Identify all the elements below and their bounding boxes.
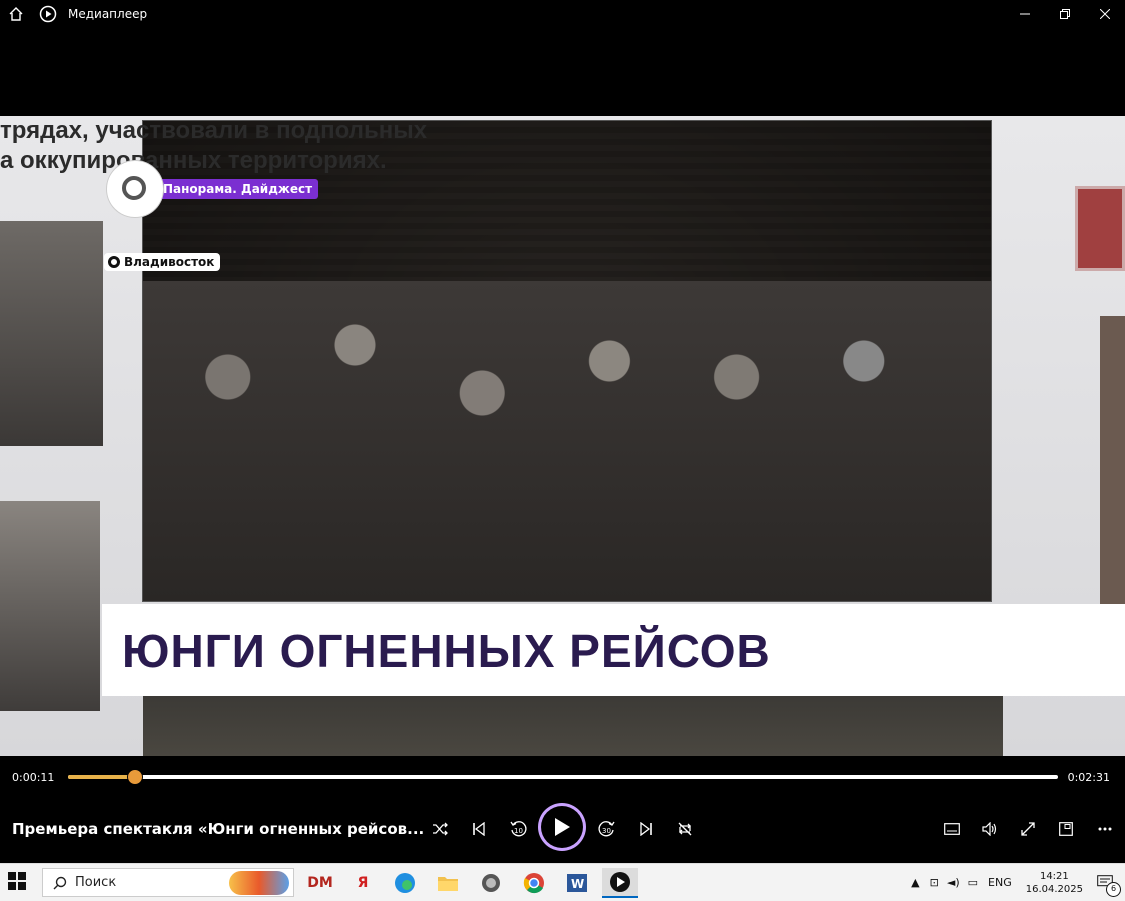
total-time: 0:02:31 xyxy=(1067,771,1110,784)
archive-photo-right-top xyxy=(1075,186,1125,271)
search-icon xyxy=(53,876,67,889)
headline-text: ЮНГИ ОГНЕННЫХ РЕЙСОВ xyxy=(122,625,771,677)
close-icon xyxy=(1100,9,1110,19)
shuffle-button[interactable] xyxy=(425,814,455,844)
skip-forward-label: 30 xyxy=(602,827,611,835)
repeat-button[interactable] xyxy=(670,814,700,844)
mini-player-button[interactable] xyxy=(1051,814,1081,844)
camera-icon xyxy=(482,874,500,892)
overlay-text-line-1: трядах, участвовали в подпольных xyxy=(0,117,428,144)
photo-group-of-cabin-boys xyxy=(143,281,991,601)
taskbar-search[interactable]: Поиск xyxy=(42,868,294,897)
word-icon: W xyxy=(567,874,587,892)
headline-banner: ЮНГИ ОГНЕННЫХ РЕЙСОВ xyxy=(102,604,1125,696)
home-button[interactable] xyxy=(0,0,32,28)
system-tray: ▲ ⊡ ◄) ▭ ENG 14:21 16.04.2025 6 xyxy=(905,864,1125,901)
taskbar-app-edge[interactable] xyxy=(387,868,423,898)
seek-bar-progress xyxy=(68,775,136,779)
clock-time: 14:21 xyxy=(1039,870,1069,882)
skip-forward-icon: 30 xyxy=(598,821,615,837)
volume-button[interactable] xyxy=(975,814,1005,844)
video-frame: трядах, участвовали в подпольных а оккуп… xyxy=(0,116,1125,756)
close-button[interactable] xyxy=(1085,0,1125,28)
archive-photo-bottom xyxy=(143,696,1003,756)
windows-icon xyxy=(8,872,26,890)
restore-button[interactable] xyxy=(1045,0,1085,28)
edge-icon xyxy=(395,873,415,893)
clock[interactable]: 14:21 16.04.2025 xyxy=(1026,870,1083,896)
location-pin-icon xyxy=(108,256,120,268)
previous-icon xyxy=(473,822,485,836)
search-placeholder: Поиск xyxy=(75,875,117,890)
fullscreen-button[interactable] xyxy=(1013,814,1043,844)
channel-badge: Панорама. Дайджест xyxy=(107,161,319,217)
clock-date: 16.04.2025 xyxy=(1025,883,1083,895)
show-hidden-icons-icon[interactable]: ▲ xyxy=(911,876,919,889)
notification-count: 6 xyxy=(1106,881,1121,897)
taskbar-app-chrome[interactable] xyxy=(516,868,552,898)
minimize-icon xyxy=(1020,13,1030,15)
track-title: Премьера спектакля «Юнги огненных рейсов… xyxy=(12,820,425,838)
start-button[interactable] xyxy=(8,872,28,892)
skip-back-label: 10 xyxy=(514,827,523,835)
seek-bar[interactable] xyxy=(68,769,1058,785)
taskbar-app-media-player[interactable] xyxy=(602,868,638,898)
more-options-button[interactable] xyxy=(1090,814,1120,844)
chrome-icon xyxy=(523,873,544,894)
next-button[interactable] xyxy=(631,814,661,844)
location-label: Владивосток xyxy=(124,255,215,269)
archive-photo-left-bottom xyxy=(0,501,100,711)
skip-back-button[interactable]: 10 xyxy=(503,814,533,844)
skip-back-icon: 10 xyxy=(510,821,527,837)
taskbar-app-camera[interactable] xyxy=(473,868,509,898)
network-icon[interactable]: ▭ xyxy=(968,876,978,889)
media-player-icon xyxy=(32,0,64,28)
svg-text:W: W xyxy=(571,877,584,891)
folder-icon xyxy=(438,877,458,891)
mini-player-icon xyxy=(1059,822,1073,836)
window-title: Медиаплеер xyxy=(68,7,148,21)
taskbar-app-yandex[interactable]: Я xyxy=(345,868,381,898)
play-icon xyxy=(555,818,570,836)
language-indicator[interactable]: ENG xyxy=(988,876,1012,889)
taskbar-app-dm[interactable]: DM xyxy=(302,868,338,898)
play-button[interactable] xyxy=(541,806,583,848)
channel-logo-icon xyxy=(107,161,163,217)
seek-bar-thumb[interactable] xyxy=(127,769,144,785)
taskbar-app-word[interactable]: W xyxy=(559,868,595,898)
taskbar-app-file-explorer[interactable] xyxy=(430,868,466,898)
search-highlight-icon xyxy=(229,870,289,895)
volume-icon xyxy=(982,822,997,836)
shuffle-icon xyxy=(433,822,448,836)
video-area[interactable]: трядах, участвовали в подпольных а оккуп… xyxy=(0,28,1125,756)
current-time: 0:00:11 xyxy=(12,771,55,784)
notification-center-button[interactable]: 6 xyxy=(1097,874,1121,897)
taskbar: Поиск DM Я W ▲ ⊡ ◄) ▭ ENG 14:21 16.04.20… xyxy=(0,863,1125,901)
media-player-app-icon xyxy=(610,872,630,892)
repeat-off-icon xyxy=(678,822,692,836)
previous-button[interactable] xyxy=(464,814,494,844)
fullscreen-icon xyxy=(1021,822,1035,836)
next-icon xyxy=(640,822,652,836)
home-icon xyxy=(9,7,23,21)
subtitles-button[interactable] xyxy=(937,814,967,844)
restore-icon xyxy=(1060,9,1070,19)
usb-icon[interactable]: ⊡ xyxy=(930,876,939,889)
title-bar: Медиаплеер xyxy=(0,0,1125,28)
speaker-icon[interactable]: ◄) xyxy=(947,876,960,889)
location-tag: Владивосток xyxy=(104,253,221,271)
program-label: Панорама. Дайджест xyxy=(157,179,319,199)
minimize-button[interactable] xyxy=(1005,0,1045,28)
skip-forward-button[interactable]: 30 xyxy=(592,814,622,844)
archive-photo-left-top xyxy=(0,221,103,446)
more-icon xyxy=(1098,827,1112,831)
player-controls: 0:00:11 0:02:31 Премьера спектакля «Юнги… xyxy=(0,756,1125,863)
subtitles-icon xyxy=(944,823,960,835)
